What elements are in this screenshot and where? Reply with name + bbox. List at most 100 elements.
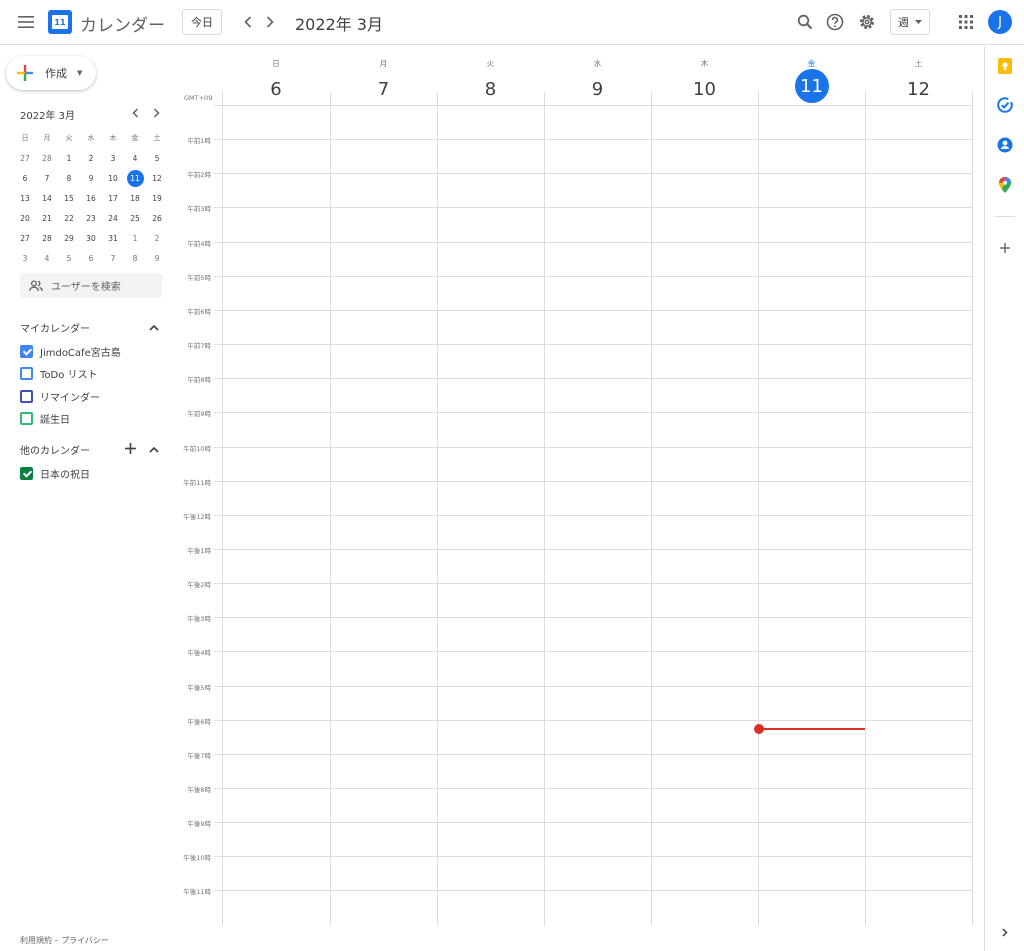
mini-calendar-day[interactable]: 2 [80,148,102,168]
day-header[interactable]: 木 10 [651,46,758,106]
mini-calendar-day[interactable]: 20 [14,208,36,228]
mini-calendar-day[interactable]: 16 [80,188,102,208]
search-button[interactable] [794,11,816,33]
mini-calendar-day[interactable]: 6 [80,248,102,268]
calendar-list-item[interactable]: JimdoCafe宮古島 [20,343,121,359]
mini-calendar-day[interactable]: 10 [102,168,124,188]
mini-calendar-week: 3 4 5 6 7 8 9 [14,248,168,268]
mini-calendar-day[interactable]: 18 [124,188,146,208]
mini-calendar-day[interactable]: 1 [124,228,146,248]
people-search-input[interactable]: ユーザーを検索 [20,273,162,298]
calendar-list-item[interactable]: リマインダー [20,388,100,404]
mini-calendar-day[interactable]: 7 [102,248,124,268]
day-column-divider [865,92,866,926]
checkbox-unchecked[interactable] [20,412,33,425]
day-number[interactable]: 9 [581,73,615,106]
add-other-calendar-button[interactable] [123,441,137,455]
help-button[interactable] [824,11,846,33]
get-addons-button[interactable] [995,238,1015,258]
mini-calendar-day[interactable]: 30 [80,228,102,248]
mini-calendar-day[interactable]: 27 [14,148,36,168]
other-calendars-collapse-button[interactable] [147,442,161,456]
mini-calendar-day[interactable]: 14 [36,188,58,208]
mini-calendar-title: 2022年 3月 [20,111,75,122]
mini-calendar-day[interactable]: 27 [14,228,36,248]
day-number[interactable]: 11 [794,69,829,103]
mini-calendar-day[interactable]: 13 [14,188,36,208]
settings-button[interactable] [856,11,878,33]
mini-calendar-day[interactable]: 3 [102,148,124,168]
keep-button[interactable] [995,56,1015,76]
day-number[interactable]: 7 [367,73,401,106]
account-avatar[interactable]: J [988,10,1012,34]
checkbox-unchecked[interactable] [20,389,33,403]
hour-gridline [214,241,972,243]
mini-calendar-day[interactable]: 4 [124,148,146,168]
day-header[interactable]: 火8 [437,46,544,106]
mini-calendar-day[interactable]: 22 [58,208,80,228]
mini-calendar-day[interactable]: 26 [146,208,168,228]
mini-calendar-next-button[interactable] [149,106,163,120]
contacts-icon [997,137,1013,153]
tasks-button[interactable] [995,95,1015,115]
mini-calendar-day[interactable]: 17 [102,188,124,208]
mini-calendar-day[interactable]: 7 [36,168,58,188]
mini-calendar-day[interactable]: 11 [124,168,146,188]
google-apps-button[interactable] [955,11,977,33]
hour-label: 午前2時 [187,171,211,180]
mini-calendar-prev-button[interactable] [128,106,142,120]
mini-calendar-day[interactable]: 8 [124,248,146,268]
previous-period-button[interactable] [238,11,258,33]
my-calendars-collapse-button[interactable] [147,320,161,334]
mini-calendar-weekday: 土 [153,134,161,142]
next-period-button[interactable] [260,11,280,33]
mini-calendar-day[interactable]: 8 [58,168,80,188]
mini-calendar-day[interactable]: 12 [146,168,168,188]
mini-calendar-day[interactable]: 28 [36,148,58,168]
mini-calendar-day[interactable]: 19 [146,188,168,208]
create-button[interactable]: 作成 ▼ [6,56,96,90]
view-selector[interactable]: 週 [890,9,930,35]
calendar-list-item[interactable]: ToDo リスト [20,366,98,382]
day-header[interactable]: 土 12 [865,46,972,106]
mini-calendar-day[interactable]: 6 [14,168,36,188]
day-number[interactable]: 10 [688,73,722,106]
day-number[interactable]: 8 [474,73,508,106]
mini-calendar-day[interactable]: 25 [124,208,146,228]
day-header[interactable]: 金 11 [758,46,865,106]
maps-button[interactable] [995,175,1015,195]
day-number[interactable]: 12 [902,73,936,106]
checkbox-unchecked[interactable] [20,367,33,380]
mini-calendar-day[interactable]: 1 [58,148,80,168]
expand-panel-button[interactable] [995,922,1015,942]
mini-calendar-day[interactable]: 23 [80,208,102,228]
mini-calendar-day[interactable]: 9 [146,248,168,268]
mini-calendar-day[interactable]: 9 [80,168,102,188]
contacts-button[interactable] [995,135,1015,155]
mini-calendar-day[interactable]: 3 [14,248,36,268]
day-header[interactable]: 月7 [330,46,437,106]
checkbox-checked[interactable] [20,466,33,480]
mini-calendar-day[interactable]: 4 [36,248,58,268]
calendar-list-item[interactable]: 誕生日 [20,411,70,427]
mini-calendar-day[interactable]: 5 [58,248,80,268]
mini-calendar-day[interactable]: 31 [102,228,124,248]
mini-calendar-day[interactable]: 29 [58,228,80,248]
mini-calendar-day[interactable]: 24 [102,208,124,228]
day-header[interactable]: 水9 [544,46,651,106]
footer-links[interactable]: 利用規約 – プライバシー [20,935,109,946]
checkbox-checked[interactable] [20,344,33,358]
calendar-list-item[interactable]: 日本の祝日 [20,465,90,481]
main-menu-button[interactable] [12,8,40,36]
mini-calendar-day[interactable]: 5 [146,148,168,168]
today-button[interactable]: 今日 [182,9,222,35]
day-number[interactable]: 6 [259,73,293,106]
mini-calendar-day[interactable]: 2 [146,228,168,248]
mini-calendar-day-number: 23 [86,213,96,223]
mini-calendar-day[interactable]: 21 [36,208,58,228]
mini-calendar-day-number: 6 [88,253,94,263]
day-header[interactable]: 日6 [222,46,330,106]
mini-calendar-day[interactable]: 28 [36,228,58,248]
mini-calendar-day[interactable]: 15 [58,188,80,208]
mini-calendar-day-number: 17 [108,193,118,203]
